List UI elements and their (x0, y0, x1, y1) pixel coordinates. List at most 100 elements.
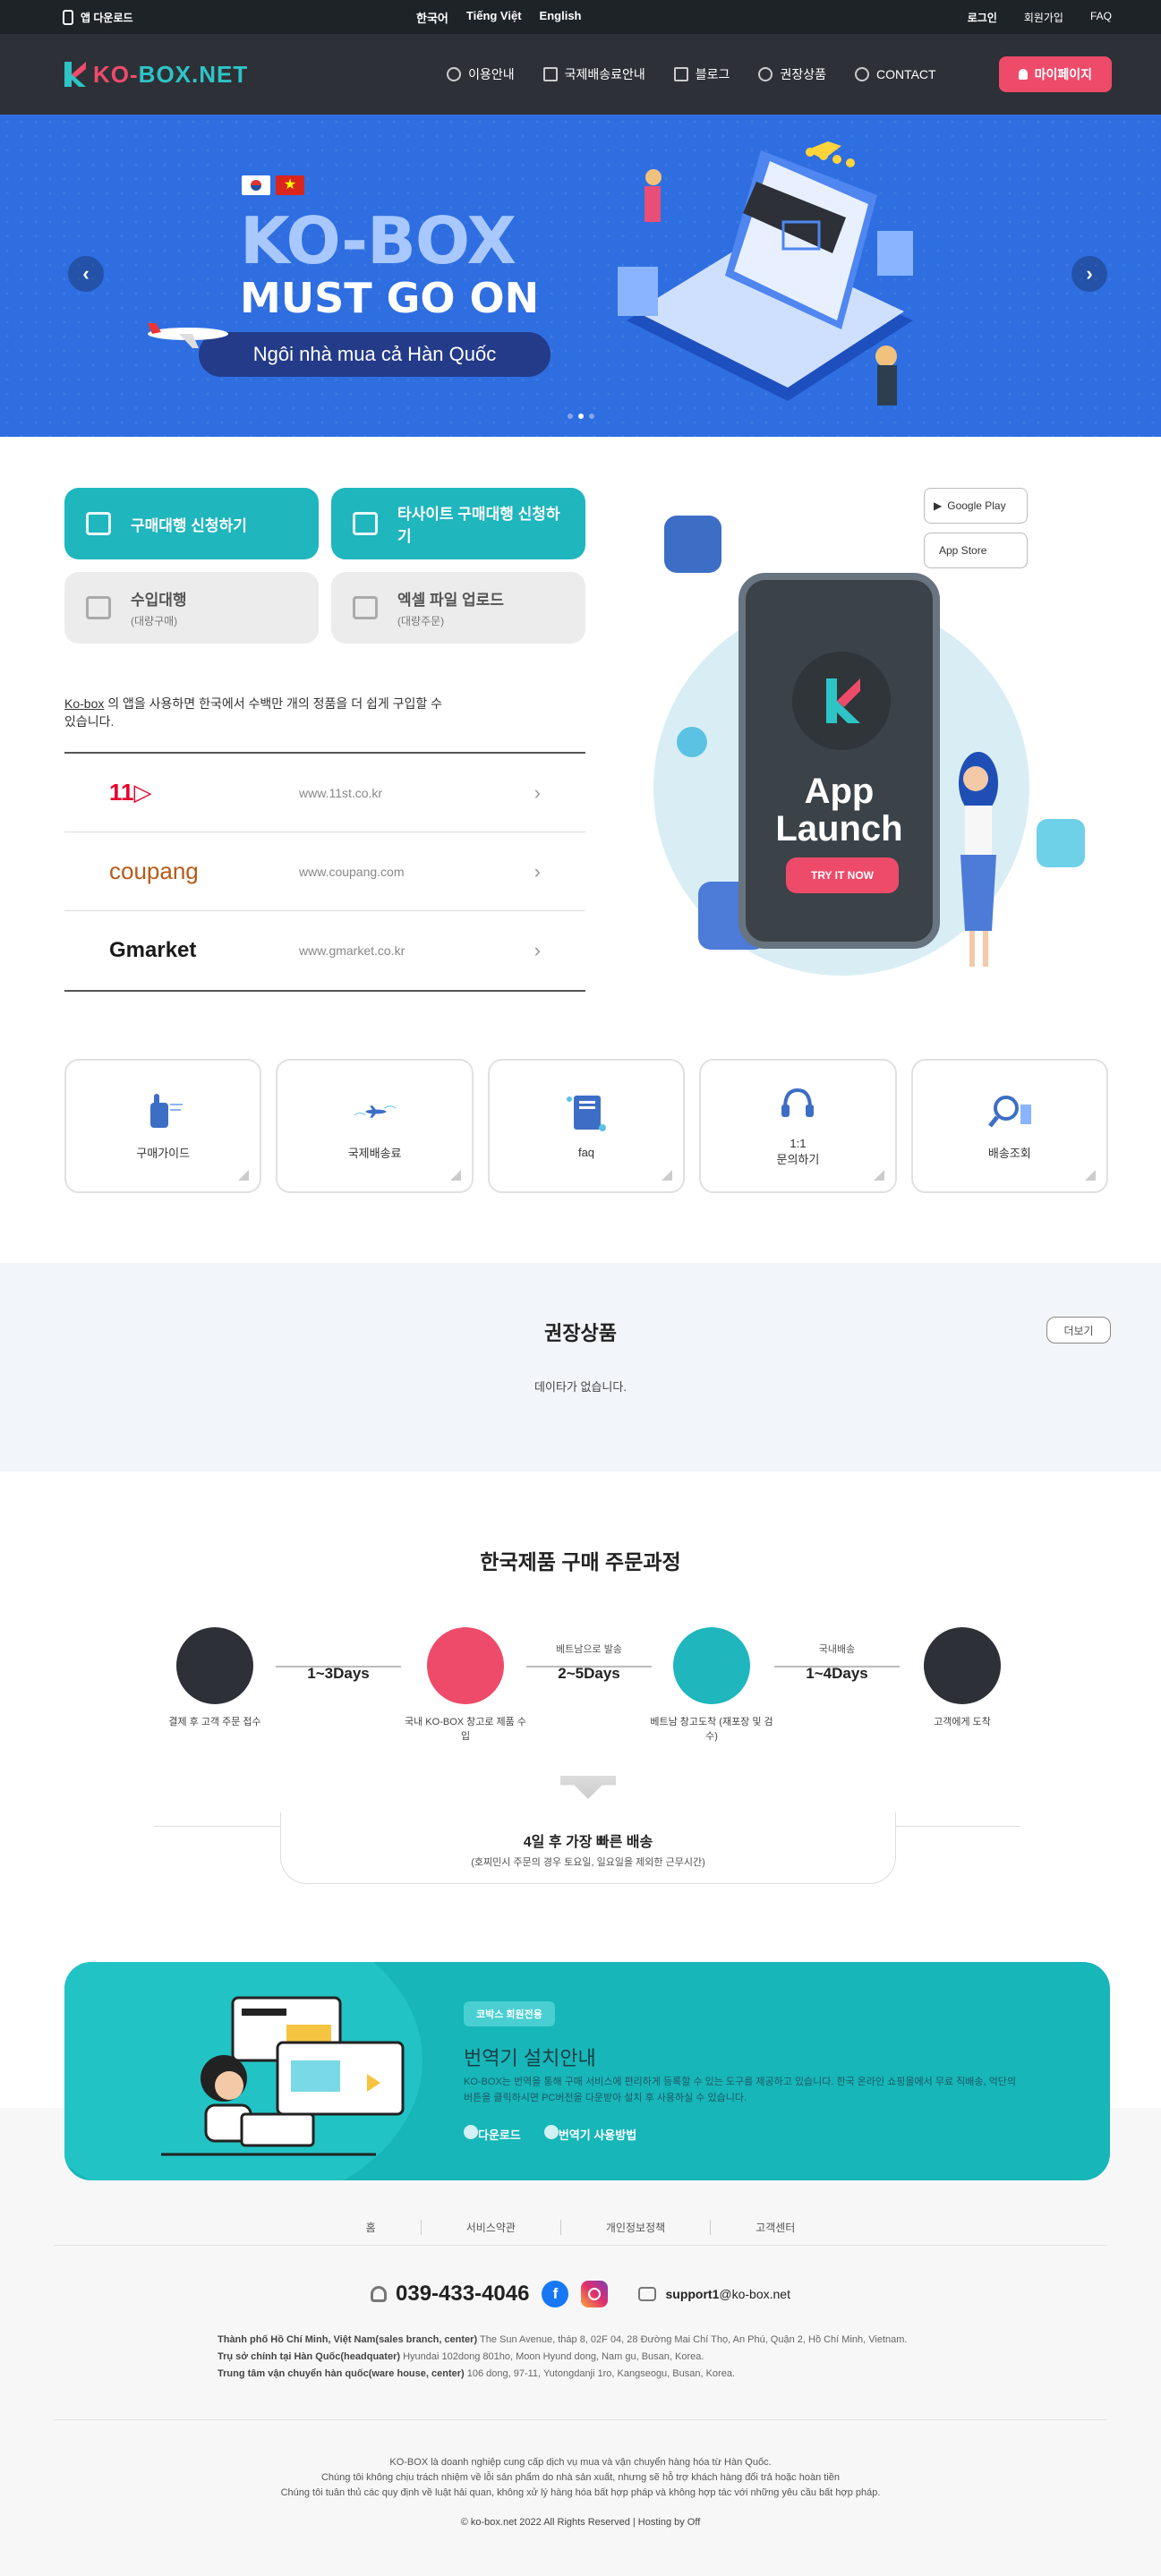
slide-dot[interactable] (567, 414, 573, 419)
lang-vietnamese[interactable]: Tiếng Việt (466, 9, 522, 26)
faq-link[interactable]: FAQ (1090, 10, 1112, 25)
airplane-icon (148, 323, 228, 348)
vietnam-flag-icon: ★ (276, 175, 304, 195)
order-box-icon (176, 1627, 253, 1704)
quick-inquiry[interactable]: 1:1 문의하기 (699, 1059, 897, 1193)
legal-notice: KO-BOX là doanh nghiệp cung cấp dịch vụ … (280, 2457, 881, 2498)
footer-terms-link[interactable]: 서비스약관 (422, 2220, 561, 2235)
contact-row: 039-433-4046 f support1@ko-box.net (0, 2281, 1161, 2307)
app-launch-area: ▶ Google Play App Store App Launch TRY IT … (645, 483, 1110, 1002)
megaphone-icon (673, 67, 688, 81)
clock-icon (447, 67, 462, 81)
forklift-icon (86, 596, 111, 619)
mall-gmarket[interactable]: Gmarket www.gmarket.co.kr › (64, 911, 585, 990)
translator-description: KO-BOX는 번역을 통해 구매 서비스에 편리하게 등록할 수 있는 도구를… (464, 2077, 1016, 2103)
purchase-request-button[interactable]: 구매대행 신청하기 (64, 488, 319, 559)
woman-illustration (959, 752, 998, 967)
recommended-section: 권장상품 더보기 데이타가 없습니다. (0, 1263, 1161, 1471)
action-buttons: 구매대행 신청하기 타사이트 구매대행 신청하기 수입대행 (대량구매) 엑셀 파… (64, 488, 585, 644)
headset-icon (781, 1088, 815, 1117)
process-step: 결제 후 고객 주문 접수 (152, 1627, 277, 1729)
try-it-now-button[interactable]: TRY IT NOW (786, 857, 899, 893)
coupang-logo: coupang (109, 857, 199, 884)
facebook-icon[interactable]: f (542, 2281, 569, 2307)
instagram-icon[interactable] (581, 2281, 609, 2307)
lang-korean[interactable]: 한국어 (416, 9, 448, 26)
import-agency-button[interactable]: 수입대행 (대량구매) (64, 572, 319, 644)
nav-recommended[interactable]: 권장상품 (758, 65, 826, 83)
signup-link[interactable]: 회원가입 (1024, 10, 1063, 25)
magnifier-box-icon (987, 1095, 1031, 1128)
k-logo-icon (64, 62, 86, 87)
mall-11st[interactable]: 11▷ www.11st.co.kr › (64, 754, 585, 832)
intro-text: Ko-box 의 앱을 사용하면 한국에서 수백만 개의 정품을 더 쉽게 구입… (64, 696, 443, 729)
google-play-icon: ▶ (934, 499, 943, 512)
translator-howto-link[interactable]: 번역기 사용방법 (543, 2125, 636, 2143)
address-line: Trụ sở chính tại Hàn Quốc(headquater) Hy… (218, 2351, 704, 2362)
other-site-request-button[interactable]: 타사이트 구매대행 신청하기 (331, 488, 585, 559)
app-store-button[interactable]: App Store (924, 533, 1028, 568)
recommended-title: 권장상품 (544, 1322, 617, 1344)
mypage-button[interactable]: 마이페이지 (998, 56, 1112, 92)
airplane-icon (354, 1105, 396, 1118)
nav-blog[interactable]: 블로그 (673, 65, 730, 83)
nav-contact[interactable]: CONTACT (854, 65, 936, 83)
connector-label: 베트남으로 발송 2~5Days (556, 1644, 622, 1682)
members-only-tag: 코박스 회원전용 (464, 2001, 555, 2026)
footer-privacy-link[interactable]: 개인정보정책 (561, 2220, 712, 2235)
address-line: Thành phố Hồ Chí Minh, Việt Nam(sales br… (218, 2334, 908, 2345)
phone-mockup: App Launch TRY IT NOW (738, 573, 940, 949)
next-slide-arrow-icon[interactable]: › (1071, 256, 1107, 292)
quick-purchase-guide[interactable]: 구매가이드 (64, 1059, 262, 1193)
phone-number[interactable]: 039-433-4046 (371, 2282, 529, 2307)
connector-label: 국내배송 1~4Days (806, 1644, 868, 1682)
app-launch-title: App Launch (775, 772, 903, 849)
hand-pointer-icon (150, 1093, 184, 1128)
slide-dot[interactable] (588, 414, 594, 419)
language-switcher: 한국어 Tiếng Việt English (416, 9, 582, 26)
recycle-icon (758, 67, 773, 81)
dots-background (0, 115, 1161, 437)
email-link[interactable]: support1@ko-box.net (638, 2287, 790, 2301)
translator-download-link[interactable]: 다운로드 (464, 2125, 521, 2143)
prev-slide-arrow-icon[interactable]: ‹ (68, 256, 104, 292)
quick-tracking[interactable]: 배송조회 (910, 1059, 1109, 1193)
quick-shipping-fee[interactable]: 국제배송료 (276, 1059, 474, 1193)
process-step: 베트남 창고도착 (재포장 및 검수) (649, 1627, 774, 1744)
slide-dot-active[interactable] (577, 414, 584, 419)
chevron-right-icon: › (534, 859, 541, 883)
corner-triangle-icon (449, 1170, 461, 1181)
nav-guide[interactable]: 이용안내 (447, 65, 515, 83)
info-icon (543, 2125, 559, 2139)
main-header: KO- BOX.NET 이용안내 국제배송료안내 블로그 권장상품 CONTACT… (0, 34, 1161, 115)
download-icon (464, 2125, 478, 2139)
mall-coupang[interactable]: coupang www.coupang.com › (64, 832, 585, 911)
dot-decoration (677, 727, 707, 757)
address-line: Trung tâm vận chuyển hàn quốc(ware house… (218, 2368, 735, 2379)
corner-triangle-icon (873, 1170, 884, 1181)
nav-shipping-fee[interactable]: 국제배송료안내 (542, 65, 645, 83)
excel-file-icon (353, 596, 378, 619)
hero-title: KO-BOX (240, 203, 516, 278)
copyright: © ko-box.net 2022 All Rights Reserved | … (460, 2517, 701, 2528)
site-logo[interactable]: KO- BOX.NET (63, 60, 248, 89)
addresses: Thành phố Hồ Chí Minh, Việt Nam(sales br… (218, 2332, 907, 2383)
main-nav: 이용안내 국제배송료안내 블로그 권장상품 CONTACT (447, 65, 936, 83)
app-download-link[interactable]: 앱 다운로드 (63, 9, 133, 25)
quick-faq[interactable]: faq (487, 1059, 686, 1193)
excel-upload-button[interactable]: 엑셀 파일 업로드 (대량주문) (331, 572, 585, 644)
headset-icon (854, 67, 869, 81)
google-play-button[interactable]: ▶ Google Play (924, 488, 1028, 524)
book-icon (567, 1095, 607, 1131)
hero-banner: ‹ › ★ KO-BOX MUST GO ON Ngôi nhà mua cả … (0, 115, 1161, 437)
translator-links: 다운로드 번역기 사용방법 (464, 2125, 636, 2143)
slide-pagination (0, 414, 1161, 419)
lang-english[interactable]: English (540, 9, 582, 26)
footer-support-link[interactable]: 고객센터 (711, 2220, 840, 2235)
login-link[interactable]: 로그인 (968, 10, 997, 25)
footer-home-link[interactable]: 홈 (321, 2220, 422, 2235)
mall-list: 11▷ www.11st.co.kr › coupang www.coupang… (64, 752, 585, 992)
woman-laptop-illustration (161, 1996, 405, 2156)
korea-flag-icon (242, 175, 270, 195)
more-button[interactable]: 더보기 (1046, 1317, 1111, 1343)
